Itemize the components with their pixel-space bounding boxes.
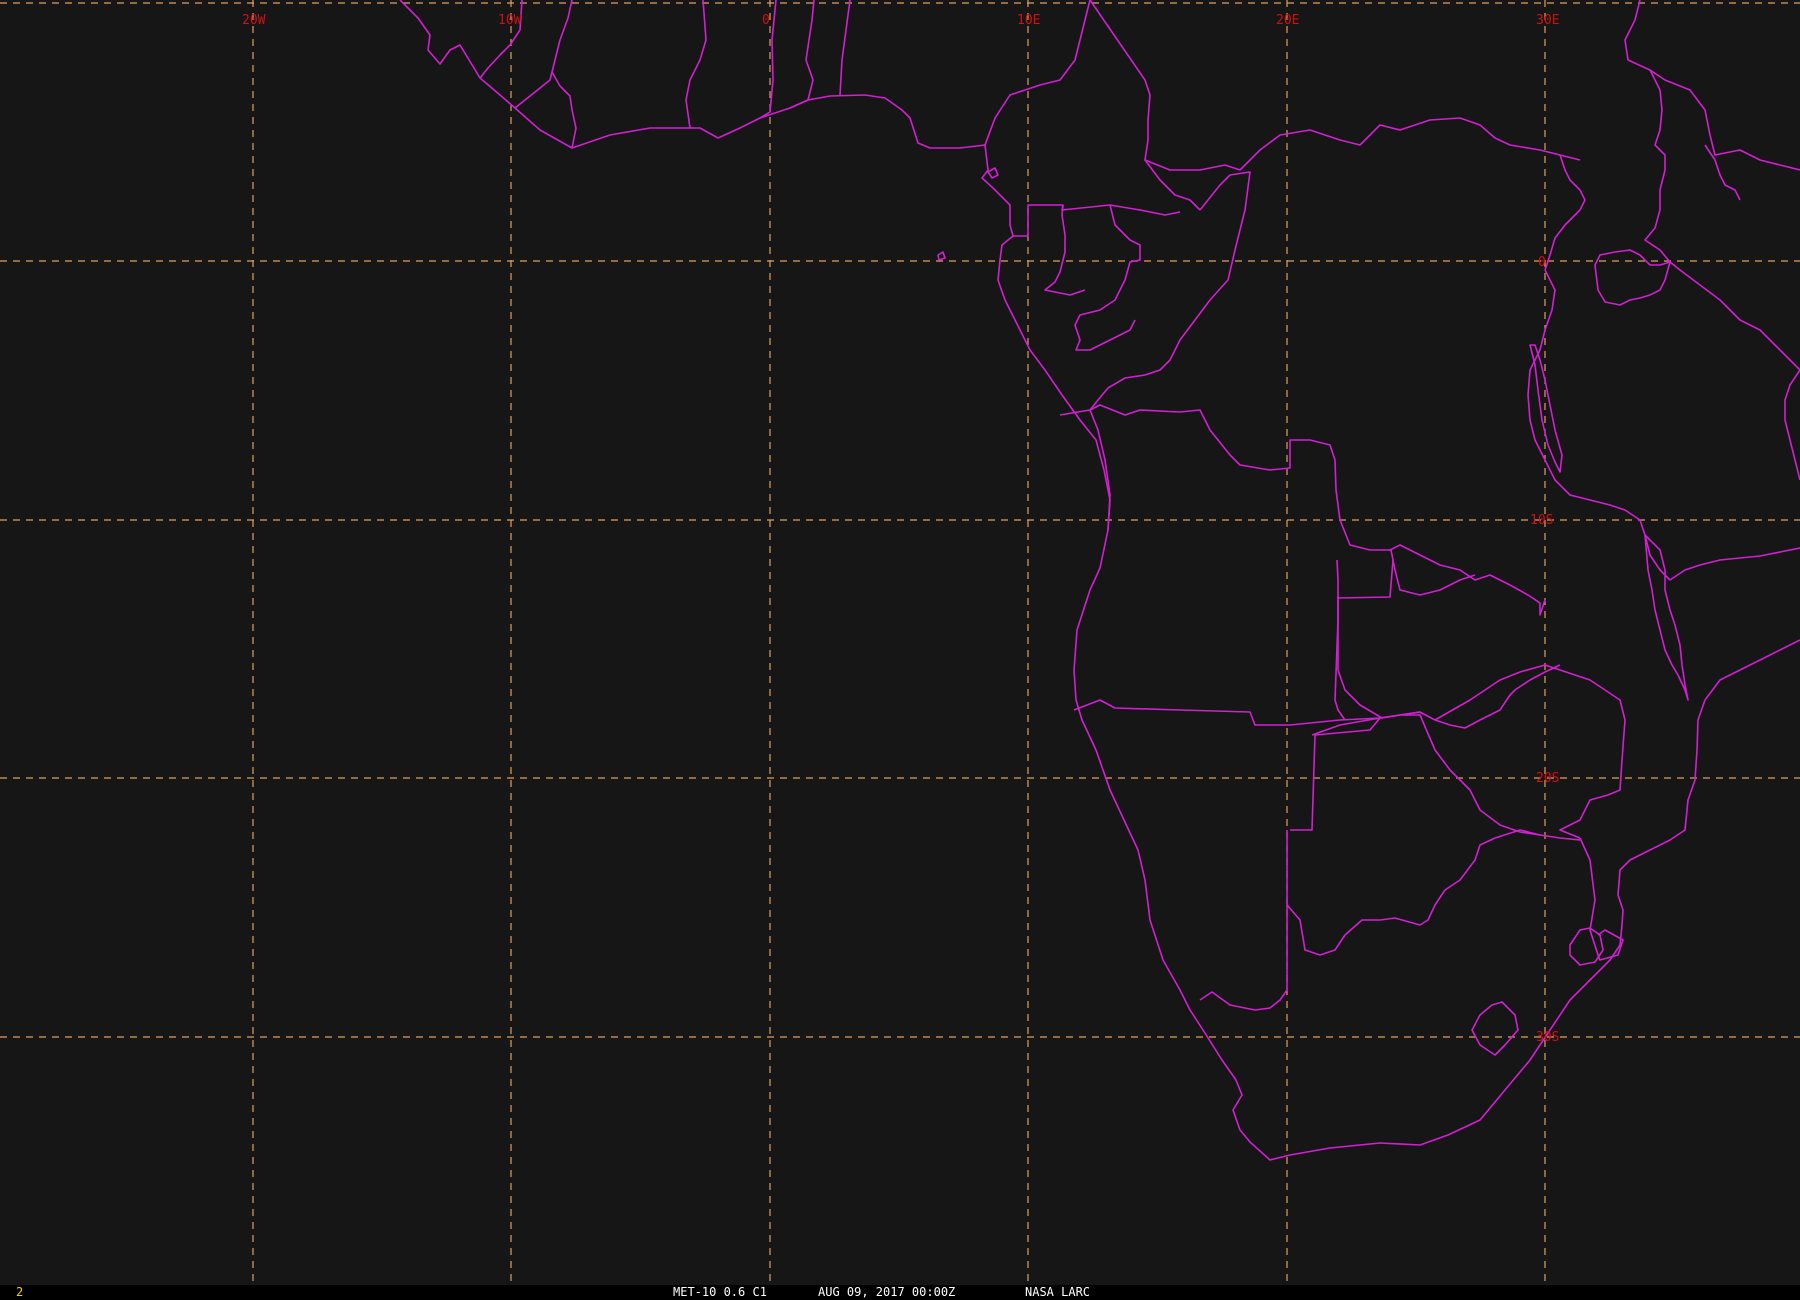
timestamp-label: AUG 09, 2017 00:00Z	[818, 1285, 956, 1299]
lake-tanganyika-outline	[1529, 344, 1563, 473]
lat-lon-grid	[0, 0, 1800, 1285]
zambia-inner-border	[1336, 559, 1394, 599]
status-bar: 2 MET-10 0.6 C1 AUG 09, 2017 00:00Z NASA…	[0, 1285, 1800, 1300]
lon-label-0: 0	[762, 13, 770, 28]
east-africa-uganda	[1544, 154, 1586, 271]
car-border	[1144, 159, 1201, 211]
zambia-west-border	[1337, 600, 1561, 729]
gabon-loop	[1074, 204, 1141, 351]
malawi-outline	[1644, 534, 1689, 701]
frame-number: 2	[16, 1285, 24, 1299]
source-label: NASA LARC	[1025, 1285, 1091, 1299]
sudan-border	[1239, 117, 1581, 171]
lat-label-30s: 30S	[1536, 1030, 1559, 1045]
bioko-island	[937, 251, 946, 261]
west-africa-border-g	[839, 0, 851, 96]
lake-victoria-outline	[1594, 249, 1671, 306]
drc-angola-border	[1089, 404, 1546, 616]
sudan-east-border	[1644, 69, 1671, 263]
country-borders	[399, 0, 1800, 1161]
namibia-southafrica-border	[1199, 830, 1288, 1011]
lat-label-10s: 10S	[1530, 513, 1553, 528]
lon-label-30e: 30E	[1536, 13, 1559, 28]
gabon-congo-border	[1013, 204, 1181, 237]
angola-namibia-border	[1073, 699, 1421, 726]
zimbabwe-border	[1434, 664, 1626, 839]
kenya-tanzania-border	[1669, 261, 1800, 371]
west-africa-border-d	[685, 0, 707, 129]
lon-label-10w: 10W	[498, 13, 522, 28]
angola-zambia-border	[1334, 559, 1346, 721]
lon-label-10e: 10E	[1017, 13, 1040, 28]
lesotho-outline	[1471, 1001, 1519, 1056]
west-africa-border-c	[551, 71, 577, 149]
west-africa-border-b	[514, 0, 573, 109]
botswana-south-border	[1286, 829, 1541, 956]
eswatini-outline	[1569, 927, 1604, 966]
lat-label-0: 0	[1538, 255, 1546, 270]
product-label: MET-10 0.6 C1	[673, 1285, 767, 1299]
lat-label-20s: 20S	[1536, 771, 1559, 786]
gabon-inner-border	[1044, 204, 1086, 296]
lon-label-20w: 20W	[242, 13, 266, 28]
mozambique-tanzania-border	[1669, 547, 1800, 581]
congo-north-border	[1059, 171, 1251, 416]
chad-car-border	[1089, 0, 1241, 171]
sao-tome-island	[987, 167, 999, 179]
central-africa-coast	[981, 144, 1800, 1161]
satellite-map-view[interactable]: 20W 10W 0 10E 20E 30E 0 10S 20S 30S	[0, 0, 1800, 1285]
lon-label-20e: 20E	[1276, 13, 1299, 28]
grid-labels: 20W 10W 0 10E 20E 30E 0 10S 20S 30S	[242, 13, 1559, 1045]
east-coast-kenya	[1784, 369, 1800, 481]
map-canvas: 20W 10W 0 10E 20E 30E 0 10S 20S 30S	[0, 0, 1800, 1285]
tanzania-west-border	[1527, 269, 1671, 581]
namibia-botswana-border	[1290, 717, 1381, 831]
ethiopia-border	[1624, 0, 1800, 171]
west-africa-border-a	[479, 0, 523, 79]
west-africa-border-f	[789, 0, 815, 109]
angola-coast-start	[1089, 409, 1111, 531]
